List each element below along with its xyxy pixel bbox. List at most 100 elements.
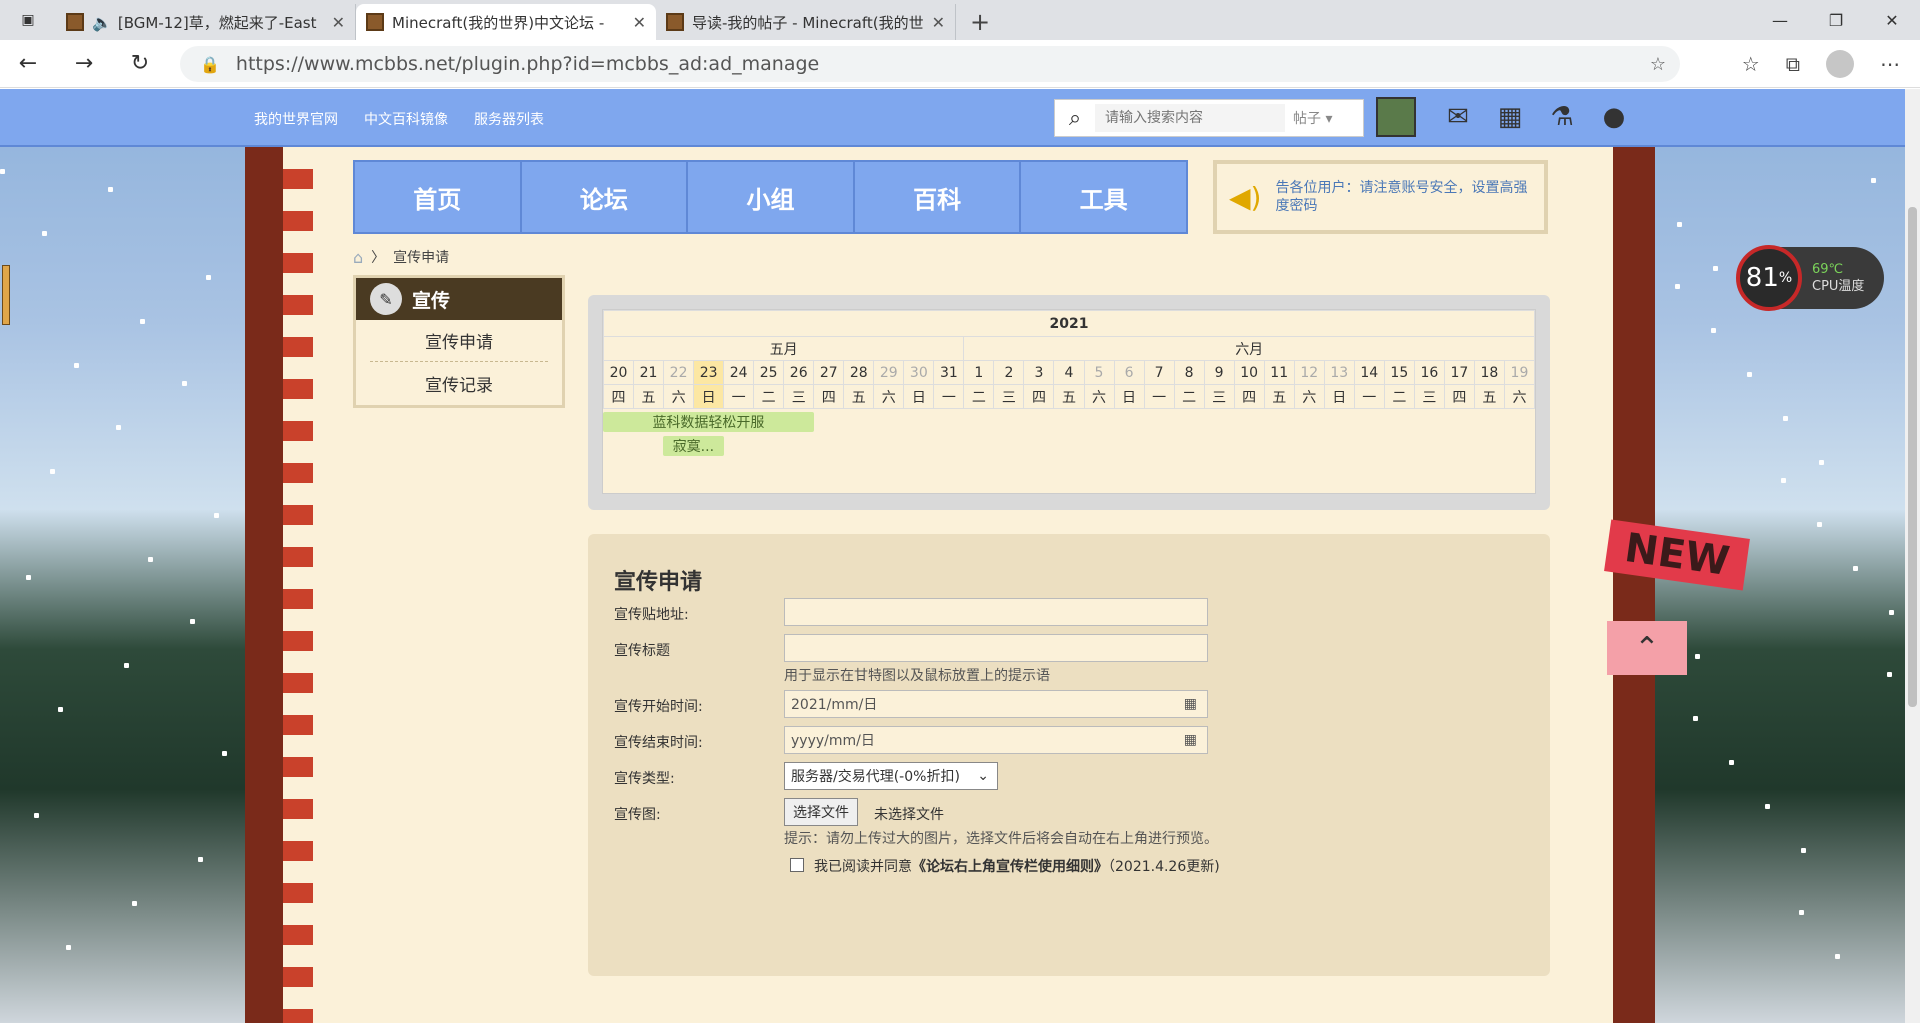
browser-tab-3[interactable]: 导读-我的帖子 - Minecraft(我的世 ✕: [656, 4, 956, 40]
close-icon[interactable]: ✕: [332, 13, 345, 32]
calendar-day-cell: 18: [1473, 360, 1505, 385]
breadcrumb-separator: 〉: [371, 250, 386, 266]
search-input[interactable]: [1095, 104, 1285, 132]
snowflake: [1871, 178, 1876, 183]
url-field[interactable]: 🔒 https://www.mcbbs.net/plugin.php?id=mc…: [180, 46, 1680, 82]
profile-avatar[interactable]: [1826, 50, 1854, 78]
calendar-weekday-cell: 六: [1293, 384, 1325, 409]
choose-file-button[interactable]: 选择文件: [784, 798, 858, 826]
close-icon[interactable]: ✕: [932, 13, 945, 32]
calendar-event-bar[interactable]: 寂寞...: [663, 436, 724, 456]
nav-home[interactable]: 首页: [355, 162, 522, 232]
new-tab-button[interactable]: +: [970, 8, 990, 36]
end-date-input[interactable]: yyyy/mm/日 ▦: [784, 726, 1208, 754]
promo-url-input[interactable]: [784, 598, 1208, 626]
top-link-official[interactable]: 我的世界官网: [254, 109, 338, 129]
calendar-day-cell: 1: [963, 360, 995, 385]
message-icon[interactable]: ✉: [1438, 97, 1478, 137]
calendar-day-cell: 16: [1413, 360, 1445, 385]
tab-title: Minecraft(我的世界)中文论坛 -: [392, 13, 605, 32]
potion-icon[interactable]: ⚗: [1542, 97, 1582, 137]
tab-actions-icon: ▣: [21, 12, 35, 28]
more-icon[interactable]: ⋯: [1880, 52, 1900, 76]
calendar-weekday-cell: 一: [723, 384, 755, 409]
calendar-event-bar[interactable]: 蓝科数据轻松开服: [603, 412, 814, 432]
top-link-servers[interactable]: 服务器列表: [474, 109, 544, 129]
calendar-icon[interactable]: ▦: [1184, 732, 1197, 748]
start-date-value: 2021/mm/日: [791, 697, 878, 713]
minimize-icon[interactable]: —: [1752, 0, 1808, 40]
calendar-grid: 2021 五月 六月 20 21 22 23 24 25 26 27 28 29 30 31 1 2 3 4 5 6…: [602, 309, 1536, 494]
snowflake: [1801, 848, 1806, 853]
forward-icon[interactable]: →: [56, 51, 112, 76]
calendar-weekday-cell: 二: [753, 384, 785, 409]
promo-title-input[interactable]: [784, 634, 1208, 662]
start-date-input[interactable]: 2021/mm/日 ▦: [784, 690, 1208, 718]
calendar-day-cell: 3: [1023, 360, 1055, 385]
cpu-usage-ring: 81%: [1736, 245, 1802, 311]
sidebar-item-apply[interactable]: 宣传申请: [370, 320, 548, 362]
rules-link[interactable]: 《论坛右上角宣传栏使用细则》: [912, 859, 1108, 875]
promo-form: 宣传申请 宣传贴地址: 宣传标题 用于显示在甘特图以及鼠标放置上的提示语 宣传开…: [588, 534, 1550, 976]
promo-type-select[interactable]: 服务器/交易代理(-0%折扣) ⌄: [784, 762, 998, 790]
cookie-icon[interactable]: ●: [1594, 97, 1634, 137]
sidebar-item-records[interactable]: 宣传记录: [370, 362, 548, 404]
refresh-icon[interactable]: ↻: [112, 51, 168, 76]
nav-groups[interactable]: 小组: [688, 162, 855, 232]
sidebar-heading: ✎ 宣传: [356, 278, 562, 320]
tab-actions-button[interactable]: ▣: [0, 0, 56, 40]
breadcrumb: ⌂ 〉 宣传申请: [353, 247, 449, 267]
calendar-day-cell: 7: [1143, 360, 1175, 385]
left-edge-handle[interactable]: [2, 265, 10, 325]
end-date-value: yyyy/mm/日: [791, 733, 875, 749]
calendar-day-cell: 20: [602, 360, 635, 385]
snowflake: [1799, 910, 1804, 915]
home-icon[interactable]: ⌂: [353, 248, 363, 267]
agree-checkbox[interactable]: [790, 858, 804, 872]
top-link-wiki[interactable]: 中文百科镜像: [364, 109, 448, 129]
calendar-weekday-cell: 三: [1413, 384, 1445, 409]
nav-tools[interactable]: 工具: [1021, 162, 1186, 232]
snowflake: [1817, 522, 1822, 527]
notification-box-icon[interactable]: ▦: [1490, 97, 1530, 137]
maximize-icon[interactable]: ❐: [1808, 0, 1864, 40]
calendar-day-cell: 17: [1443, 360, 1475, 385]
search-icon[interactable]: ⌕: [1055, 106, 1095, 131]
snowflake: [1729, 760, 1734, 765]
cpu-percent: 81: [1745, 263, 1779, 293]
search-scope-select[interactable]: 帖子 ▾: [1285, 108, 1355, 128]
snowflake: [198, 857, 203, 862]
browser-tab-1[interactable]: 🔈 [BGM-12]草，燃起来了-East ✕: [56, 4, 356, 40]
favorites-icon[interactable]: ☆: [1742, 52, 1760, 76]
back-to-top-icon[interactable]: ⌃: [1607, 621, 1687, 675]
main-nav: 首页 论坛 小组 百科 工具: [353, 160, 1188, 234]
calendar-icon[interactable]: ▦: [1184, 696, 1197, 712]
snowflake: [42, 231, 47, 236]
scrollbar-thumb[interactable]: [1908, 207, 1917, 707]
snowflake: [0, 169, 5, 174]
calendar-day-cell: 29: [873, 360, 905, 385]
back-icon[interactable]: ←: [0, 51, 56, 76]
speaker-icon: ◀): [1229, 180, 1262, 214]
add-favorite-icon[interactable]: ☆: [1650, 54, 1666, 75]
nav-forum[interactable]: 论坛: [522, 162, 689, 232]
collections-icon[interactable]: ⧉: [1786, 52, 1800, 76]
calendar-day-cell: 24: [723, 360, 755, 385]
cpu-monitor-widget[interactable]: 81% 69℃ CPU温度: [1736, 245, 1884, 311]
file-status: 未选择文件: [874, 807, 944, 823]
snowflake: [190, 619, 195, 624]
calendar-day-cell: 15: [1383, 360, 1415, 385]
book-spine-decoration: [283, 147, 313, 1023]
close-window-icon[interactable]: ✕: [1864, 0, 1920, 40]
tab-title: 导读-我的帖子 - Minecraft(我的世: [692, 13, 924, 32]
browser-tab-2[interactable]: Minecraft(我的世界)中文论坛 - ✕: [356, 4, 656, 40]
lock-icon[interactable]: 🔒: [200, 55, 220, 74]
snowflake: [50, 469, 55, 474]
calendar-year: 2021: [603, 310, 1535, 337]
snowflake: [26, 575, 31, 580]
user-avatar[interactable]: [1376, 97, 1416, 137]
speaker-icon[interactable]: 🔈: [92, 13, 112, 32]
nav-wiki[interactable]: 百科: [855, 162, 1022, 232]
close-icon[interactable]: ✕: [633, 13, 646, 32]
notice-text[interactable]: 告各位用户：请注意账号安全，设置高强度密码: [1275, 179, 1532, 215]
